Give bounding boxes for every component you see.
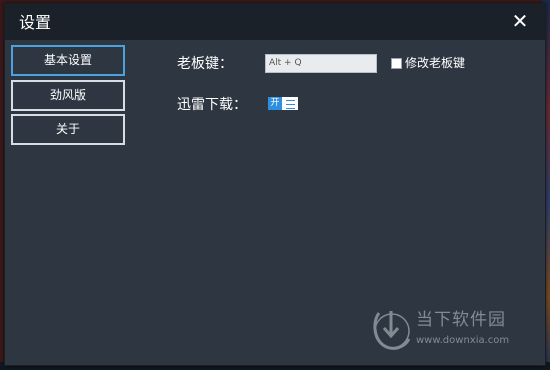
boss-key-label: 老板键：: [177, 56, 233, 72]
downxia-logo-icon: [373, 311, 411, 350]
settings-dialog: 设置 ✕ 基本设置 劲风版 关于 老板键： Alt + Q 修改老板键 迅雷下载…: [4, 3, 546, 366]
toggle-on-label: 开: [268, 97, 282, 110]
xunlei-download-label: 迅雷下载：: [177, 97, 247, 113]
watermark-brand: 当下软件园: [416, 310, 506, 330]
watermark: 当下软件园 www.downxia.com: [371, 305, 541, 355]
dialog-title: 设置: [19, 13, 52, 32]
modify-boss-key-label[interactable]: 修改老板键: [405, 56, 465, 70]
watermark-url: www.downxia.com: [416, 335, 510, 346]
toggle-handle-icon: [286, 100, 295, 109]
title-bar[interactable]: 设置 ✕: [5, 4, 545, 40]
boss-key-field[interactable]: Alt + Q: [265, 54, 377, 73]
nav-jinfeng-edition[interactable]: 劲风版: [11, 80, 125, 111]
nav-about[interactable]: 关于: [11, 114, 125, 145]
close-icon[interactable]: ✕: [509, 10, 531, 32]
xunlei-download-toggle[interactable]: 开: [268, 97, 298, 110]
modify-boss-key-checkbox[interactable]: [391, 58, 402, 69]
nav-basic-settings[interactable]: 基本设置: [11, 45, 125, 76]
